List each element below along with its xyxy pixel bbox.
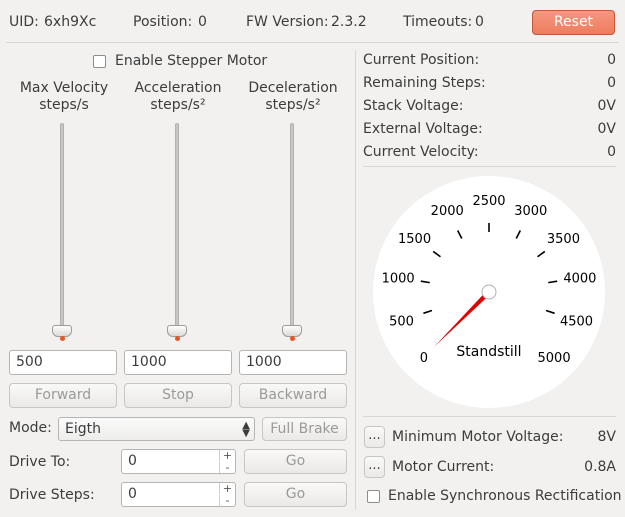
position-value: 0 [198, 14, 207, 30]
drive-to-decrement[interactable]: - [219, 462, 235, 473]
current-position-label: Current Position: [363, 52, 480, 68]
drive-steps-go-button[interactable]: Go [244, 482, 347, 507]
acceleration-input[interactable]: 1000 [124, 350, 232, 375]
external-voltage-value: 0V [597, 121, 616, 137]
remaining-steps-value: 0 [607, 75, 616, 91]
drive-steps-label: Drive Steps: [9, 487, 95, 503]
motor-current-value: 0.8A [584, 459, 616, 475]
acceleration-unit: steps/s² [150, 97, 206, 113]
max-velocity-unit: steps/s [39, 97, 89, 113]
remaining-steps-label: Remaining Steps: [363, 75, 486, 91]
deceleration-slider-track[interactable] [290, 123, 294, 337]
sync-rectification-checkbox[interactable] [367, 490, 380, 503]
stop-button[interactable]: Stop [124, 383, 232, 408]
select-arrows-icon: ▲ ▼ [242, 420, 250, 439]
position-label: Position: [133, 14, 193, 30]
deceleration-label: Deceleration steps/s² [237, 80, 349, 114]
max-velocity-input[interactable]: 500 [9, 350, 117, 375]
external-voltage-label: External Voltage: [363, 121, 483, 137]
gauge-tick-label: 3000 [514, 204, 547, 219]
gauge-tick-label: 0 [420, 351, 428, 366]
reset-button[interactable]: Reset [532, 10, 615, 35]
full-brake-button[interactable]: Full Brake [262, 417, 347, 441]
mode-select-value: Eigth [65, 421, 101, 437]
drive-to-spinbox[interactable]: 0 + - [121, 449, 236, 474]
gauge-state-label: Standstill [456, 344, 521, 360]
gauge-tick-label: 5000 [538, 351, 571, 366]
timeouts-value: 0 [475, 14, 484, 30]
uid-value: 6xh9Xc [44, 14, 97, 30]
forward-button[interactable]: Forward [9, 383, 117, 408]
gauge-tick-label: 3500 [547, 232, 580, 247]
acceleration-slider-track[interactable] [175, 123, 179, 337]
drive-steps-spinbox[interactable]: 0 + - [121, 482, 236, 507]
gauge-hub [481, 284, 497, 300]
sync-rectification-label: Enable Synchronous Rectification [388, 488, 622, 504]
max-velocity-slider-track[interactable] [60, 123, 64, 337]
current-velocity-value: 0 [607, 144, 616, 160]
enable-stepper-label: Enable Stepper Motor [115, 53, 268, 69]
velocity-gauge: 0 500 1000 15002000 2500 30003500 4000 4500 5000… [373, 176, 605, 408]
min-voltage-value: 8V [597, 429, 616, 445]
header-separator [6, 42, 619, 43]
motor-current-label: Motor Current: [392, 459, 495, 475]
max-velocity-slider-marker [60, 336, 65, 341]
fw-version-label: FW Version: [246, 14, 329, 30]
acceleration-label: Acceleration steps/s² [122, 80, 234, 114]
drive-steps-increment[interactable]: + [219, 483, 235, 494]
gauge-tick-label: 500 [389, 314, 414, 329]
drive-to-value: 0 [128, 453, 137, 469]
gauge-tick-label: 2000 [431, 204, 464, 219]
gauge-tick-label: 1000 [382, 272, 415, 287]
min-voltage-config-button[interactable]: ... [364, 426, 385, 448]
drive-to-label: Drive To: [9, 454, 71, 470]
timeouts-label: Timeouts: [403, 14, 473, 30]
mode-select[interactable]: Eigth ▲ ▼ [58, 417, 255, 441]
gauge-tick-label: 4500 [560, 314, 593, 329]
deceleration-slider-marker [290, 336, 295, 341]
max-velocity-label: Max Velocity steps/s [8, 80, 120, 114]
deceleration-input[interactable]: 1000 [239, 350, 347, 375]
status-separator [363, 166, 616, 167]
stack-voltage-label: Stack Voltage: [363, 98, 464, 114]
current-velocity-label: Current Velocity: [363, 144, 479, 160]
min-voltage-label: Minimum Motor Voltage: [392, 429, 564, 445]
gauge-tick-label: 4000 [563, 272, 596, 287]
drive-steps-value: 0 [128, 486, 137, 502]
gauge-tick-label: 1500 [398, 232, 431, 247]
deceleration-title: Deceleration [248, 80, 338, 96]
drive-to-increment[interactable]: + [219, 450, 235, 461]
gauge-tick-label: 2500 [472, 194, 505, 209]
current-position-value: 0 [607, 52, 616, 68]
backward-button[interactable]: Backward [239, 383, 347, 408]
deceleration-unit: steps/s² [265, 97, 321, 113]
motor-current-config-button[interactable]: ... [364, 456, 385, 478]
panel-divider [355, 50, 356, 510]
settings-separator [363, 416, 616, 417]
uid-label: UID: [9, 14, 39, 30]
enable-stepper-checkbox[interactable] [93, 55, 106, 68]
acceleration-slider-marker [175, 336, 180, 341]
stack-voltage-value: 0V [597, 98, 616, 114]
fw-version-value: 2.3.2 [331, 14, 367, 30]
drive-to-go-button[interactable]: Go [244, 449, 347, 474]
drive-steps-decrement[interactable]: - [219, 495, 235, 506]
acceleration-title: Acceleration [134, 80, 222, 96]
max-velocity-title: Max Velocity [19, 80, 109, 96]
mode-label: Mode: [9, 420, 52, 436]
